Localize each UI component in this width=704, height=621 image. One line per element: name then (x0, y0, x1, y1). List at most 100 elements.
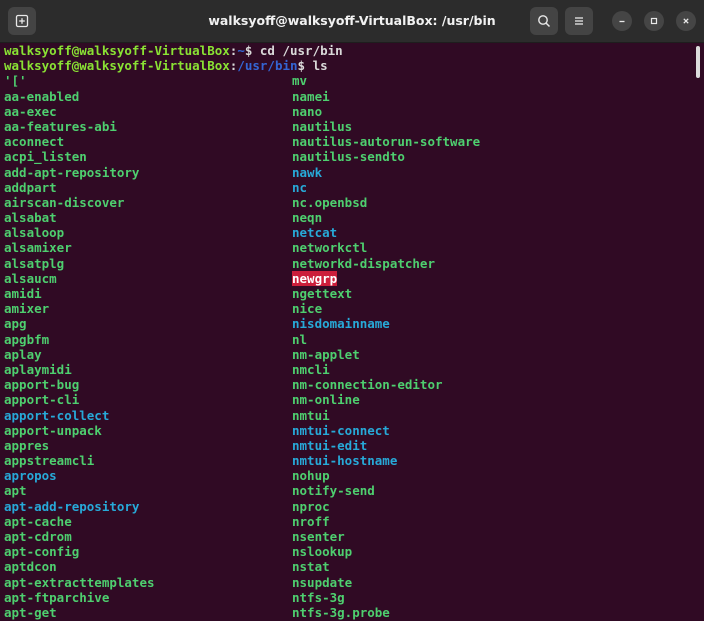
file-entry: nsenter (292, 529, 345, 544)
file-entry: apt (4, 483, 27, 499)
prompt-user: walksyoff@walksyoff-VirtualBox (4, 58, 230, 74)
file-entry: nmtui (292, 407, 330, 423)
file-entry: nsupdate (292, 574, 353, 590)
listing-row: apg nisdomainname (0, 316, 694, 331)
close-button[interactable] (676, 11, 696, 31)
symlink-entry: nmtui-connect (292, 422, 390, 438)
file-entry: nm-connection-editor (292, 377, 443, 393)
file-entry: notify-send (292, 483, 375, 499)
file-entry: nautilus-autorun-software (292, 134, 481, 150)
file-entry: aconnect (4, 134, 65, 150)
file-entry: ntfs-3g (292, 589, 345, 605)
file-entry: addpart (4, 179, 57, 195)
scrollbar[interactable] (694, 43, 704, 621)
file-entry: nm-applet (292, 346, 360, 362)
listing-row: alsabat neqn (0, 210, 694, 225)
scrollbar-thumb[interactable] (696, 46, 700, 78)
listing-row: aa-exec nano (0, 104, 694, 119)
file-entry: aplay (4, 346, 42, 362)
file-entry: apt-config (4, 544, 80, 560)
file-entry: apt-ftparchive (4, 589, 110, 605)
prompt-user: walksyoff@walksyoff-VirtualBox (4, 43, 230, 58)
maximize-icon (650, 17, 658, 25)
listing-row: apport-cli nm-online (0, 392, 694, 407)
ls-listing: '[' mv aa-enabled namei aa-exec nano aa-featur… (0, 73, 694, 620)
symlink-entry: nisdomainname (292, 316, 390, 332)
prompt-command: ls (305, 58, 328, 74)
file-entry: apt-cdrom (4, 529, 72, 544)
file-entry: aptdcon (4, 559, 57, 575)
file-entry: aplaymidi (4, 361, 72, 377)
symlink-entry: netcat (292, 225, 338, 241)
listing-row: appstreamcli nmtui-hostname (0, 453, 694, 468)
listing-row: aa-features-abi nautilus (0, 119, 694, 134)
file-entry: nano (292, 103, 323, 119)
file-entry: mv (292, 73, 308, 89)
symlink-entry: nawk (292, 164, 323, 180)
title-bar: walksyoff@walksyoff-VirtualBox: /usr/bin (0, 0, 704, 43)
file-entry: add-apt-repository (4, 164, 140, 180)
file-entry: apgbfm (4, 331, 50, 347)
file-entry: airscan-discover (4, 194, 125, 210)
listing-row: appres nmtui-edit (0, 438, 694, 453)
terminal-window: walksyoff@walksyoff-VirtualBox: /usr/bin (0, 0, 704, 621)
listing-row: alsatplg networkd-dispatcher (0, 256, 694, 271)
hamburger-menu-icon (575, 17, 583, 25)
prompt-path: /usr/bin (237, 58, 298, 74)
file-entry: apport-unpack (4, 422, 102, 438)
prompt-line: walksyoff@walksyoff-VirtualBox:~$ cd /us… (0, 43, 694, 58)
file-entry: nproc (292, 498, 330, 514)
file-entry: apg (4, 316, 27, 332)
listing-row: apt notify-send (0, 483, 694, 498)
file-entry: aa-enabled (4, 88, 80, 104)
file-entry: alsaloop (4, 225, 65, 241)
file-entry: nc.openbsd (292, 194, 368, 210)
file-entry: '[' (4, 73, 27, 89)
file-entry: nautilus (292, 118, 353, 134)
search-button[interactable] (530, 7, 558, 35)
listing-row: apport-bug nm-connection-editor (0, 377, 694, 392)
symlink-entry: apport-collect (4, 407, 110, 423)
prompt-sign: $ (297, 58, 306, 74)
symlink-entry: apt-add-repository (4, 498, 140, 514)
file-entry: ntfs-3g.probe (292, 604, 390, 620)
window-title: walksyoff@walksyoff-VirtualBox: /usr/bin (208, 13, 496, 28)
listing-row: apt-cdrom nsenter (0, 529, 694, 544)
prompt-line: walksyoff@walksyoff-VirtualBox:/usr/bin$… (0, 58, 694, 73)
maximize-button[interactable] (644, 11, 664, 31)
file-entry: apt-get (4, 604, 57, 620)
file-entry: nohup (292, 468, 330, 484)
listing-row: add-apt-repository nawk (0, 165, 694, 180)
minimize-icon (619, 20, 625, 23)
listing-row: addpart nc (0, 180, 694, 195)
listing-row: '[' mv (0, 73, 694, 88)
file-entry: apt-cache (4, 513, 72, 529)
listing-row: aa-enabled namei (0, 89, 694, 104)
listing-row: apt-cache nroff (0, 514, 694, 529)
file-entry: nstat (292, 559, 330, 575)
file-entry: amixer (4, 301, 50, 317)
setgid-entry: newgrp (292, 270, 338, 287)
prompt-path: ~ (237, 43, 245, 58)
file-entry: alsaucm (4, 270, 57, 286)
file-entry: apport-bug (4, 377, 80, 393)
file-entry: ngettext (292, 286, 353, 301)
symlink-entry: nc (292, 179, 308, 195)
listing-row: aplaymidi nmcli (0, 362, 694, 377)
search-icon (538, 15, 551, 28)
prompt-command: cd /usr/bin (252, 43, 343, 58)
listing-row: apropos nohup (0, 468, 694, 483)
listing-row: apgbfm nl (0, 332, 694, 347)
file-entry: aa-exec (4, 103, 57, 119)
minimize-button[interactable] (612, 11, 632, 31)
file-entry: nmcli (292, 361, 330, 377)
file-entry: nautilus-sendto (292, 149, 405, 165)
file-entry: alsamixer (4, 240, 72, 256)
symlink-entry: apropos (4, 468, 57, 484)
symlink-entry: nmtui-edit (292, 437, 368, 453)
file-entry: apport-cli (4, 392, 80, 408)
file-entry: nice (292, 301, 323, 317)
file-entry: networkctl (292, 240, 368, 256)
menu-button[interactable] (565, 7, 593, 35)
terminal-output[interactable]: walksyoff@walksyoff-VirtualBox:~$ cd /us… (0, 43, 694, 621)
